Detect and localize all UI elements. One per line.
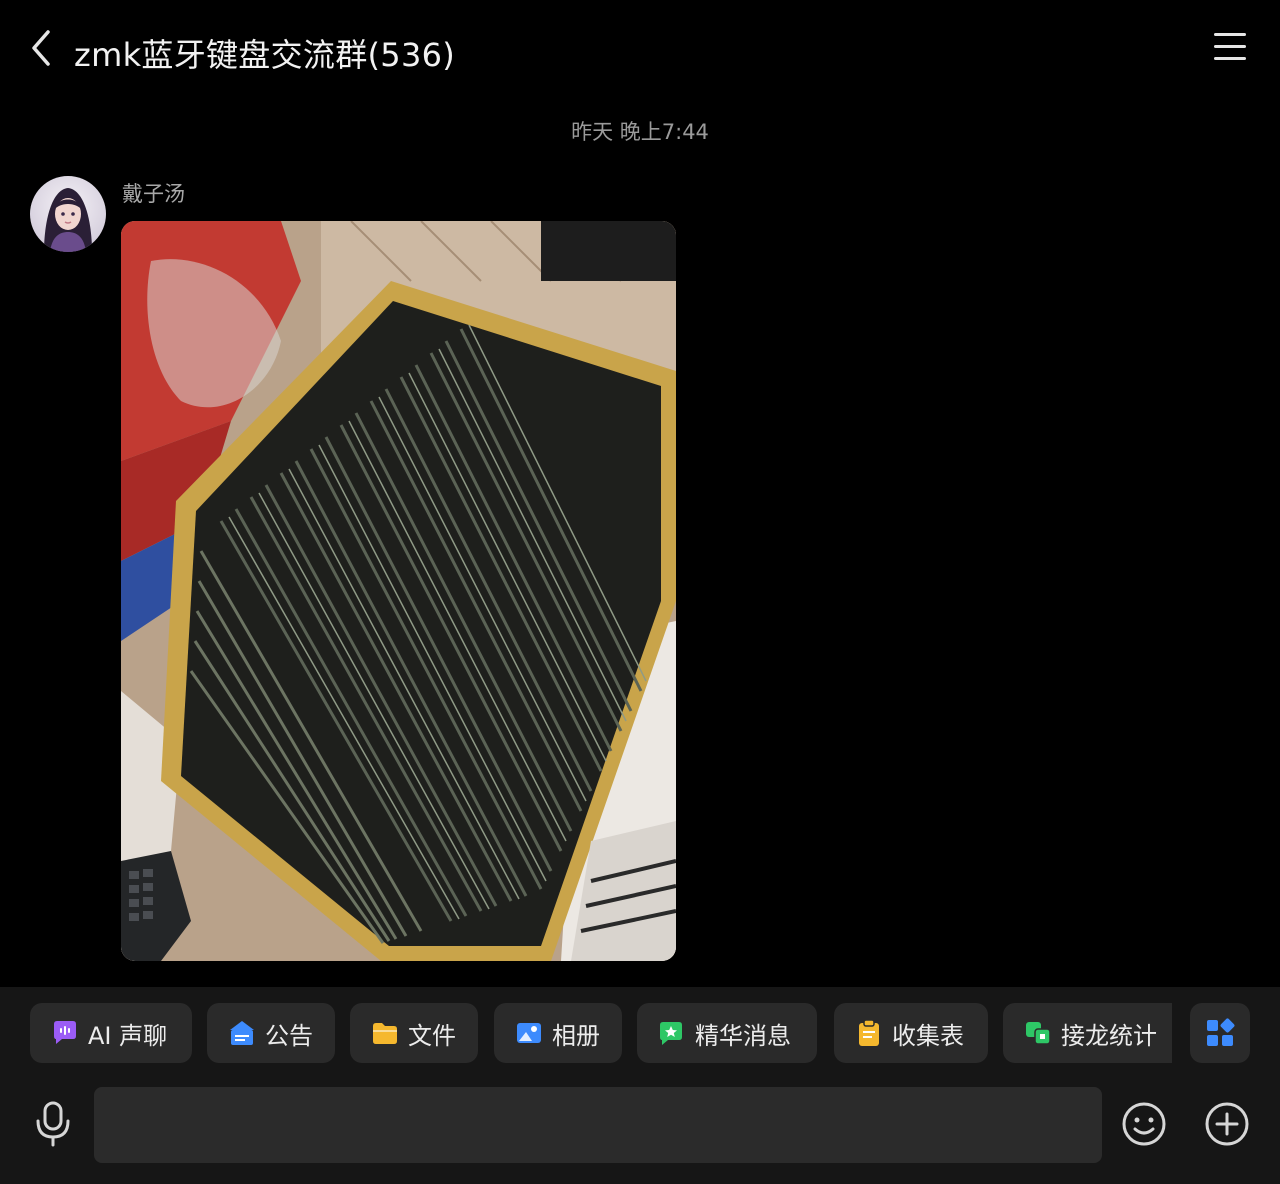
plus-circle-icon [1205, 1102, 1249, 1146]
message-input[interactable] [94, 1087, 1102, 1163]
ai-voice-chat-icon [50, 1018, 80, 1048]
chip-label: AI 声聊 [88, 1021, 168, 1050]
back-button[interactable] [24, 26, 60, 70]
hamburger-menu-icon [1214, 33, 1246, 60]
chip-label: 文件 [408, 1021, 456, 1050]
clipboard-icon [854, 1018, 884, 1048]
featured-message-icon [657, 1018, 687, 1048]
quick-action-bar: AI 声聊 公告 文件 相册 精华消息 收集表 接龙统计 [30, 1003, 1172, 1063]
chevron-left-icon [32, 30, 50, 66]
chip-label: 接龙统计 [1061, 1021, 1157, 1050]
ai-voice-chat-button[interactable]: AI 声聊 [30, 1003, 192, 1063]
chat-screen: zmk蓝牙键盘交流群(536) 昨天 晚上7:44 戴子汤 AI 声聊 公告 文… [0, 0, 1280, 1184]
avatar[interactable] [30, 176, 106, 252]
album-icon [514, 1018, 544, 1048]
emoji-button[interactable] [1120, 1100, 1168, 1148]
apps-grid-icon [1207, 1018, 1235, 1046]
folder-icon [370, 1018, 400, 1048]
emoji-icon [1122, 1102, 1166, 1146]
microphone-icon [36, 1101, 70, 1147]
chip-label: 收集表 [892, 1021, 964, 1050]
album-button[interactable]: 相册 [494, 1003, 622, 1063]
more-actions-button[interactable] [1203, 1100, 1251, 1148]
chip-label: 公告 [265, 1021, 313, 1050]
apps-button[interactable] [1190, 1003, 1250, 1063]
featured-messages-button[interactable]: 精华消息 [637, 1003, 817, 1063]
announcement-icon [227, 1018, 257, 1048]
announcement-button[interactable]: 公告 [207, 1003, 335, 1063]
relay-stats-button[interactable]: 接龙统计 [1003, 1003, 1172, 1063]
bottom-toolbar: AI 声聊 公告 文件 相册 精华消息 收集表 接龙统计 [0, 987, 1280, 1184]
message-timestamp: 昨天 晚上7:44 [571, 120, 709, 144]
files-button[interactable]: 文件 [350, 1003, 478, 1063]
chip-label: 相册 [552, 1021, 600, 1050]
message-image[interactable] [121, 221, 676, 961]
relay-stats-icon [1023, 1018, 1053, 1048]
collection-form-button[interactable]: 收集表 [834, 1003, 988, 1063]
menu-button[interactable] [1210, 30, 1252, 64]
header-bar: zmk蓝牙键盘交流群(536) [0, 0, 1280, 100]
chip-label: 精华消息 [695, 1021, 791, 1050]
voice-input-button[interactable] [30, 1099, 76, 1149]
sender-name[interactable]: 戴子汤 [122, 178, 185, 208]
group-title[interactable]: zmk蓝牙键盘交流群(536) [74, 30, 455, 76]
